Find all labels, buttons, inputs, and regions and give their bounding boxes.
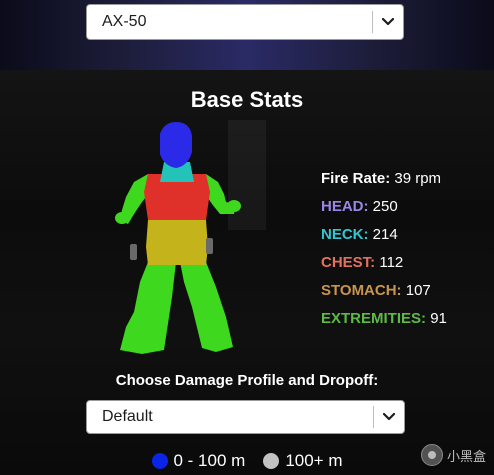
stat-value: 112 <box>379 254 404 271</box>
stat-label: EXTREMITIES: <box>321 310 427 327</box>
stat-label: HEAD: <box>321 198 369 215</box>
stat-value: 39 rpm <box>394 170 442 187</box>
weapon-select-value: AX-50 <box>102 13 147 30</box>
stat-label: Fire Rate: <box>321 170 391 187</box>
stat-label: STOMACH: <box>321 282 402 299</box>
stat-value: 91 <box>430 310 447 327</box>
chevron-down-icon[interactable] <box>373 18 403 26</box>
stat-row-fire-rate: Fire Rate: 39 rpm <box>321 171 447 199</box>
watermark-logo-icon <box>420 444 443 466</box>
hitbox-body-figure <box>115 122 241 354</box>
stat-row-extremities: EXTREMITIES: 91 <box>321 311 447 339</box>
weapon-select[interactable]: AX-50 <box>86 4 404 40</box>
legend-label: 100+ m <box>285 451 343 470</box>
stat-label: CHEST: <box>321 254 376 271</box>
stat-row-head: HEAD: 250 <box>321 199 447 227</box>
damage-profile-value: Default <box>102 408 153 425</box>
page-title: Base Stats <box>190 87 304 112</box>
gray-dot-icon <box>263 453 280 469</box>
profile-prompt: Choose Damage Profile and Dropoff: <box>115 372 379 389</box>
stat-row-chest: CHEST: 112 <box>321 255 447 283</box>
stat-value: 214 <box>372 226 398 243</box>
head-zone <box>160 122 192 168</box>
blue-dot-icon <box>151 453 168 469</box>
damage-profile-select[interactable]: Default <box>86 400 405 434</box>
stomach-zone <box>146 220 208 265</box>
stat-label: NECK: <box>321 226 369 243</box>
stats-list: Fire Rate: 39 rpm HEAD: 250 NECK: 214 CH… <box>321 171 447 339</box>
watermark: 小黑盒 <box>420 444 486 466</box>
watermark-text: 小黑盒 <box>446 448 486 464</box>
legend-item-near[interactable]: 0 - 100 m <box>151 451 246 471</box>
range-legend: 0 - 100 m 100+ m <box>0 451 494 471</box>
stat-row-neck: NECK: 214 <box>321 227 447 255</box>
stat-value: 250 <box>372 198 398 215</box>
legend-label: 0 - 100 m <box>173 451 246 470</box>
legend-item-far[interactable]: 100+ m <box>263 451 343 471</box>
stat-row-stomach: STOMACH: 107 <box>321 283 447 311</box>
stat-value: 107 <box>405 282 431 299</box>
chevron-down-icon[interactable] <box>374 413 404 421</box>
